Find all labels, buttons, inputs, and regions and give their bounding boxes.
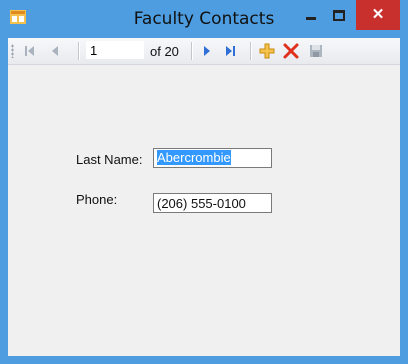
move-last-icon[interactable] [222,42,240,60]
move-next-icon[interactable] [198,42,216,60]
toolbar-separator [78,42,80,60]
position-input[interactable] [86,41,144,59]
move-previous-icon[interactable] [46,42,64,60]
move-first-icon[interactable] [21,42,39,60]
add-new-icon[interactable] [258,42,276,60]
minimize-button[interactable] [300,6,324,28]
form-client-area: of 20 Last Name: [8,38,400,356]
last-name-label: Last Name: [76,152,143,167]
close-button[interactable]: ✕ [356,0,400,30]
delete-icon[interactable] [282,42,300,60]
binding-navigator: of 20 [8,38,400,65]
toolbar-separator [191,42,193,60]
phone-field[interactable] [153,193,272,213]
save-icon[interactable] [307,42,325,60]
last-name-field[interactable]: Abercrombie [153,148,272,168]
toolbar-grip[interactable] [11,44,14,58]
toolbar-separator [250,42,252,60]
phone-label: Phone: [76,192,118,207]
window: Faculty Contacts ✕ of 20 [0,0,408,364]
count-label: of 20 [150,44,179,59]
title-bar[interactable]: Faculty Contacts ✕ [0,0,408,38]
last-name-value: Abercrombie [157,150,231,165]
maximize-button[interactable] [327,6,351,28]
